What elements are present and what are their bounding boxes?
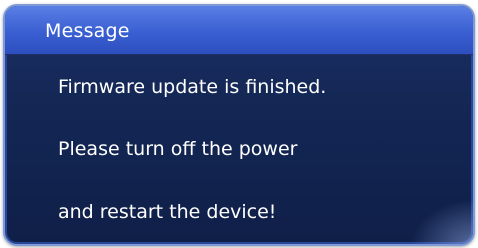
dialog-header: Message xyxy=(5,6,473,55)
page: Message Firmware update is finished. Ple… xyxy=(0,0,478,248)
message-dialog: Message Firmware update is finished. Ple… xyxy=(3,4,475,246)
message-line-3: and restart the device! xyxy=(58,201,277,223)
dialog-title: Message xyxy=(45,20,130,42)
message-line-1: Firmware update is finished. xyxy=(58,76,327,98)
message-body: Firmware update is finished. Please turn… xyxy=(5,54,473,244)
message-line-2: Please turn off the power xyxy=(58,138,298,160)
